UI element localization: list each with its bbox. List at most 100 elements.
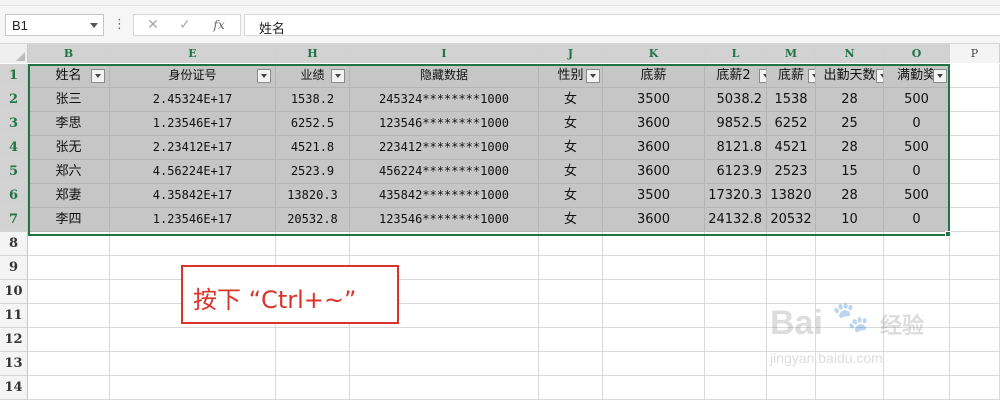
empty-cell[interactable] [28, 328, 110, 352]
empty-cell[interactable] [539, 352, 603, 376]
table-cell[interactable]: 李思 [28, 112, 110, 136]
table-cell[interactable]: 245324********1000 [350, 88, 539, 112]
table-cell[interactable]: 3600 [603, 160, 705, 184]
row-header-10[interactable]: 10 [0, 280, 28, 304]
header-cell[interactable]: 底薪 [603, 64, 705, 88]
empty-cell[interactable] [950, 136, 1000, 160]
empty-cell[interactable] [705, 256, 767, 280]
filter-dropdown-icon[interactable] [808, 69, 815, 83]
empty-cell[interactable] [950, 112, 1000, 136]
header-cell[interactable]: 出勤天数 [816, 64, 884, 88]
column-header-m[interactable]: M [767, 44, 816, 63]
table-cell[interactable]: 0 [884, 112, 950, 136]
filter-dropdown-icon[interactable] [759, 69, 766, 83]
fill-handle[interactable] [945, 231, 951, 237]
table-cell[interactable]: 25 [816, 112, 884, 136]
table-cell[interactable]: 500 [884, 184, 950, 208]
table-cell[interactable]: 1538.2 [276, 88, 350, 112]
empty-cell[interactable] [705, 280, 767, 304]
column-header-j[interactable]: J [539, 44, 603, 63]
filter-dropdown-icon[interactable] [876, 69, 883, 83]
column-header-p[interactable]: P [950, 44, 1000, 63]
empty-cell[interactable] [110, 376, 276, 400]
empty-cell[interactable] [884, 232, 950, 256]
empty-cell[interactable] [950, 184, 1000, 208]
column-header-i[interactable]: I [350, 44, 539, 63]
empty-cell[interactable] [28, 232, 110, 256]
table-cell[interactable]: 3500 [603, 88, 705, 112]
header-cell[interactable]: 性别 [539, 64, 603, 88]
filter-dropdown-icon[interactable] [586, 69, 600, 83]
table-cell[interactable]: 123546********1000 [350, 112, 539, 136]
table-cell[interactable]: 郑妻 [28, 184, 110, 208]
table-cell[interactable]: 4.35842E+17 [110, 184, 276, 208]
row-header-2[interactable]: 2 [0, 88, 28, 112]
column-header-l[interactable]: L [705, 44, 767, 63]
table-cell[interactable]: 2.23412E+17 [110, 136, 276, 160]
table-cell[interactable]: 1538 [767, 88, 816, 112]
empty-cell[interactable] [705, 304, 767, 328]
filter-dropdown-icon[interactable] [91, 69, 105, 83]
check-icon[interactable]: ✓ [172, 16, 198, 34]
name-box[interactable]: B1 [5, 14, 104, 36]
table-cell[interactable]: 女 [539, 160, 603, 184]
empty-cell[interactable] [767, 232, 816, 256]
empty-cell[interactable] [603, 304, 705, 328]
column-header-n[interactable]: N [816, 44, 884, 63]
empty-cell[interactable] [350, 328, 539, 352]
empty-cell[interactable] [950, 352, 1000, 376]
empty-cell[interactable] [705, 352, 767, 376]
empty-cell[interactable] [950, 88, 1000, 112]
empty-cell[interactable] [603, 376, 705, 400]
table-cell[interactable]: 456224********1000 [350, 160, 539, 184]
empty-cell[interactable] [276, 352, 350, 376]
empty-cell[interactable] [950, 304, 1000, 328]
empty-cell[interactable] [28, 304, 110, 328]
header-cell[interactable]: 身份证号 [110, 64, 276, 88]
table-cell[interactable]: 3600 [603, 136, 705, 160]
filter-dropdown-icon[interactable] [257, 69, 271, 83]
empty-cell[interactable] [350, 232, 539, 256]
table-cell[interactable]: 4521 [767, 136, 816, 160]
table-cell[interactable]: 10 [816, 208, 884, 232]
empty-cell[interactable] [110, 328, 276, 352]
empty-cell[interactable] [950, 64, 1000, 88]
header-cell[interactable]: 底薪 [767, 64, 816, 88]
row-header-9[interactable]: 9 [0, 256, 28, 280]
empty-cell[interactable] [350, 352, 539, 376]
table-cell[interactable]: 17320.3 [705, 184, 767, 208]
empty-cell[interactable] [767, 256, 816, 280]
empty-cell[interactable] [950, 232, 1000, 256]
table-cell[interactable]: 24132.8 [705, 208, 767, 232]
empty-cell[interactable] [603, 256, 705, 280]
table-cell[interactable]: 2.45324E+17 [110, 88, 276, 112]
empty-cell[interactable] [276, 232, 350, 256]
table-cell[interactable]: 4.56224E+17 [110, 160, 276, 184]
table-cell[interactable]: 4521.8 [276, 136, 350, 160]
table-cell[interactable]: 6252 [767, 112, 816, 136]
empty-cell[interactable] [28, 280, 110, 304]
table-cell[interactable]: 13820 [767, 184, 816, 208]
table-cell[interactable]: 女 [539, 208, 603, 232]
row-header-11[interactable]: 11 [0, 304, 28, 328]
row-header-5[interactable]: 5 [0, 160, 28, 184]
empty-cell[interactable] [539, 232, 603, 256]
table-cell[interactable]: 李四 [28, 208, 110, 232]
row-header-13[interactable]: 13 [0, 352, 28, 376]
table-cell[interactable]: 28 [816, 184, 884, 208]
table-cell[interactable]: 2523 [767, 160, 816, 184]
header-cell[interactable]: 业绩 [276, 64, 350, 88]
select-all-button[interactable] [0, 44, 28, 63]
empty-cell[interactable] [603, 352, 705, 376]
insert-function-icon[interactable]: fx [206, 16, 232, 34]
empty-cell[interactable] [350, 376, 539, 400]
column-header-e[interactable]: E [110, 44, 276, 63]
header-cell[interactable]: 姓名 [28, 64, 110, 88]
empty-cell[interactable] [539, 376, 603, 400]
empty-cell[interactable] [539, 256, 603, 280]
column-header-k[interactable]: K [603, 44, 705, 63]
table-cell[interactable]: 6252.5 [276, 112, 350, 136]
row-header-12[interactable]: 12 [0, 328, 28, 352]
column-header-h[interactable]: H [276, 44, 350, 63]
table-cell[interactable]: 1.23546E+17 [110, 112, 276, 136]
